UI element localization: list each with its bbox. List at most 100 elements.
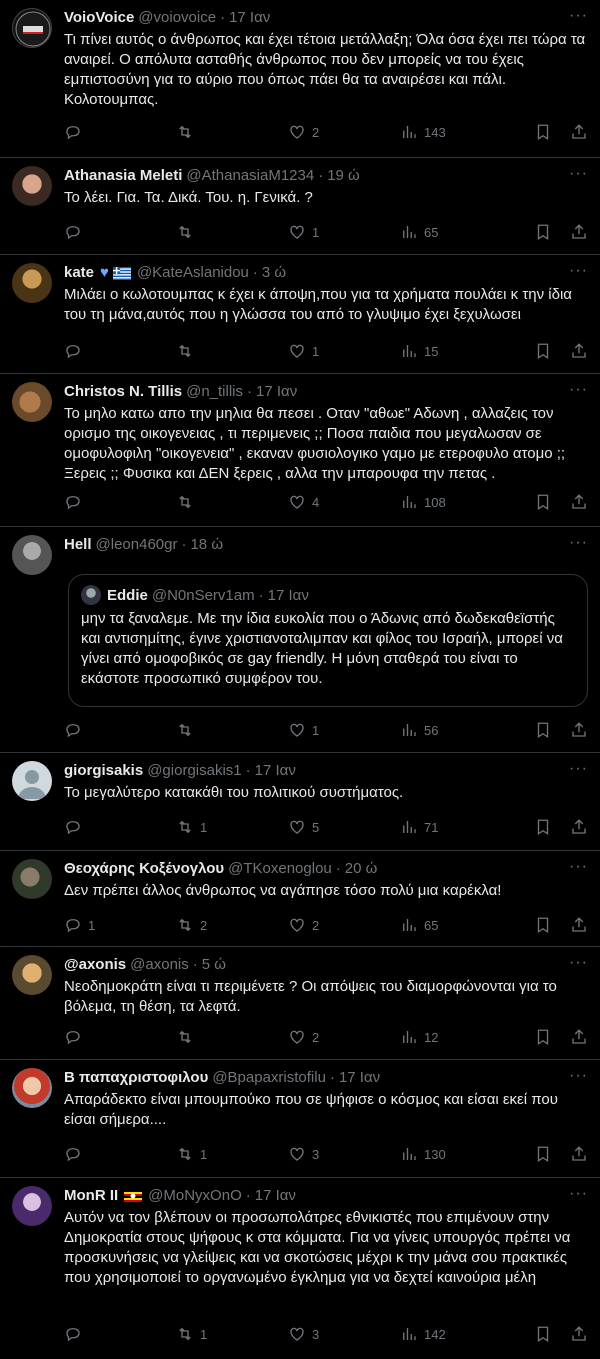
more-icon[interactable]: ··· — [569, 955, 588, 971]
more-icon[interactable]: ··· — [569, 1068, 588, 1084]
more-icon[interactable]: ··· — [569, 859, 588, 875]
more-icon[interactable]: ··· — [569, 166, 588, 182]
share-button[interactable] — [570, 721, 588, 739]
retweet-button[interactable] — [176, 1028, 200, 1046]
author-handle[interactable]: @TKoxenoglou — [228, 859, 332, 879]
reply-button[interactable] — [64, 342, 88, 360]
author-name[interactable]: Athanasia Meleti — [64, 166, 182, 186]
avatar[interactable] — [12, 761, 52, 801]
views-button[interactable]: 71 — [400, 818, 438, 836]
tweet[interactable]: Christos N. Tillis @n_tillis · 17 Ιαν ··… — [0, 374, 600, 527]
timestamp[interactable]: 17 Ιαν — [339, 1068, 380, 1088]
avatar[interactable] — [12, 535, 52, 575]
author-handle[interactable]: @axonis — [130, 955, 189, 975]
author-handle[interactable]: @Bpapaxristofilu — [212, 1068, 326, 1088]
reply-button[interactable] — [64, 721, 88, 739]
bookmark-button[interactable] — [534, 721, 552, 739]
tweet[interactable]: Hell @leon460gr · 18 ώ ··· Eddie @N0nSer… — [0, 527, 600, 753]
reply-button[interactable] — [64, 818, 88, 836]
timestamp[interactable]: 19 ώ — [327, 166, 360, 186]
share-button[interactable] — [570, 916, 588, 934]
tweet[interactable]: Athanasia Meleti @AthanasiaM1234 · 19 ώ … — [0, 158, 600, 255]
like-button[interactable]: 1 — [288, 223, 319, 241]
author-handle[interactable]: @leon460gr — [96, 535, 178, 555]
share-button[interactable] — [570, 1028, 588, 1046]
views-button[interactable]: 12 — [400, 1028, 438, 1046]
bookmark-button[interactable] — [534, 123, 552, 141]
avatar[interactable] — [12, 1186, 52, 1226]
share-button[interactable] — [570, 342, 588, 360]
reply-button[interactable]: 1 — [64, 916, 95, 934]
bookmark-button[interactable] — [534, 223, 552, 241]
views-button[interactable]: 130 — [400, 1145, 446, 1163]
bookmark-button[interactable] — [534, 493, 552, 511]
author-handle[interactable]: @voiovoice — [138, 8, 216, 28]
retweet-button[interactable] — [176, 223, 200, 241]
author-handle[interactable]: @giorgisakis1 — [147, 761, 241, 781]
bookmark-button[interactable] — [534, 342, 552, 360]
like-button[interactable]: 3 — [288, 1325, 319, 1343]
reply-button[interactable] — [64, 123, 88, 141]
author-name[interactable]: VoioVoice — [64, 8, 134, 28]
more-icon[interactable]: ··· — [569, 535, 588, 551]
retweet-button[interactable] — [176, 721, 200, 739]
like-button[interactable]: 1 — [288, 721, 319, 739]
tweet[interactable]: @axonis @axonis · 5 ώ ··· Νεοδημοκράτη ε… — [0, 947, 600, 1060]
avatar[interactable] — [12, 166, 52, 206]
avatar[interactable] — [12, 859, 52, 899]
like-button[interactable]: 3 — [288, 1145, 319, 1163]
author-handle[interactable]: @AthanasiaM1234 — [186, 166, 314, 186]
timestamp[interactable]: 17 Ιαν — [229, 8, 270, 28]
share-button[interactable] — [570, 123, 588, 141]
more-icon[interactable]: ··· — [569, 761, 588, 777]
author-name[interactable]: Β παπαχριστοφιλου — [64, 1068, 208, 1088]
tweet[interactable]: kate ♥ @KateAslanidou · 3 ώ ··· Μιλάει ο… — [0, 255, 600, 374]
timestamp[interactable]: 18 ώ — [190, 535, 223, 555]
quoted-tweet[interactable]: Eddie @N0nServ1am · 17 Ιαν μην τα ξαναλε… — [68, 574, 588, 707]
retweet-button[interactable] — [176, 342, 200, 360]
bookmark-button[interactable] — [534, 1145, 552, 1163]
retweet-button[interactable]: 1 — [176, 1145, 207, 1163]
retweet-button[interactable] — [176, 123, 200, 141]
bookmark-button[interactable] — [534, 1325, 552, 1343]
views-button[interactable]: 142 — [400, 1325, 446, 1343]
more-icon[interactable]: ··· — [569, 382, 588, 398]
timestamp[interactable]: 5 ώ — [202, 955, 226, 975]
like-button[interactable]: 1 — [288, 342, 319, 360]
like-button[interactable]: 4 — [288, 493, 319, 511]
share-button[interactable] — [570, 1145, 588, 1163]
tweet[interactable]: VoioVoice @voiovoice · 17 Ιαν ··· Τι πίν… — [0, 0, 600, 158]
retweet-button[interactable]: 1 — [176, 818, 207, 836]
avatar[interactable] — [12, 955, 52, 995]
author-name[interactable]: MonR II — [64, 1186, 118, 1206]
like-button[interactable]: 2 — [288, 123, 319, 141]
tweet[interactable]: Β παπαχριστοφιλου @Bpapaxristofilu · 17 … — [0, 1060, 600, 1178]
timestamp[interactable]: 17 Ιαν — [255, 761, 296, 781]
share-button[interactable] — [570, 493, 588, 511]
author-name[interactable]: Hell — [64, 535, 92, 555]
timestamp[interactable]: 3 ώ — [262, 263, 286, 283]
avatar[interactable] — [12, 1068, 52, 1108]
author-name[interactable]: Christos N. Tillis — [64, 382, 182, 402]
views-button[interactable]: 15 — [400, 342, 438, 360]
author-handle[interactable]: @KateAslanidou — [137, 263, 249, 283]
bookmark-button[interactable] — [534, 916, 552, 934]
tweet[interactable]: MonR II @MoNyxOnO · 17 Ιαν ··· Αυτόν να … — [0, 1178, 600, 1359]
reply-button[interactable] — [64, 1325, 88, 1343]
reply-button[interactable] — [64, 223, 88, 241]
more-icon[interactable]: ··· — [569, 8, 588, 24]
author-name[interactable]: Θεοχάρης Κοξένογλου — [64, 859, 224, 879]
timestamp[interactable]: 17 Ιαν — [255, 1186, 296, 1206]
author-handle[interactable]: @n_tillis — [186, 382, 243, 402]
views-button[interactable]: 108 — [400, 493, 446, 511]
avatar[interactable] — [12, 263, 52, 303]
like-button[interactable]: 5 — [288, 818, 319, 836]
avatar[interactable] — [12, 8, 52, 48]
timestamp[interactable]: 17 Ιαν — [256, 382, 297, 402]
views-button[interactable]: 143 — [400, 123, 446, 141]
author-name[interactable]: giorgisakis — [64, 761, 143, 781]
author-handle[interactable]: @MoNyxOnO — [148, 1186, 242, 1206]
author-name[interactable]: kate — [64, 263, 94, 283]
retweet-button[interactable]: 2 — [176, 916, 207, 934]
avatar[interactable] — [12, 382, 52, 422]
